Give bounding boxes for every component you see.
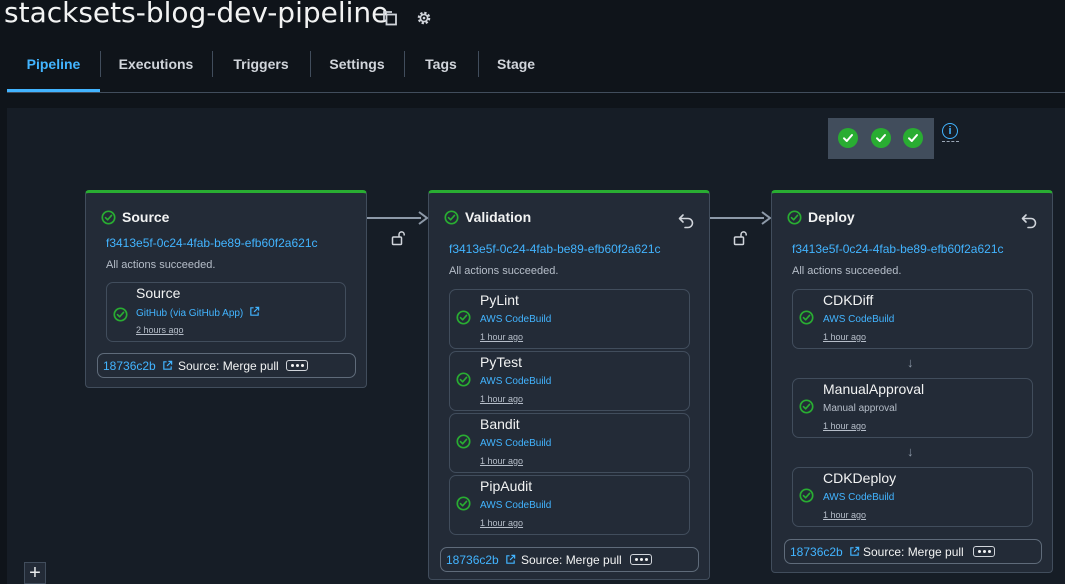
success-check-icon [871,128,891,148]
stage-footer: 18736c2b Source: Merge pull [784,539,1042,564]
action-time[interactable]: 2 hours ago [136,325,184,335]
stage-source: Source f3413e5f-0c24-4fab-be89-efb60f2a6… [85,190,367,388]
action-card[interactable]: Bandit AWS CodeBuild 1 hour ago [449,413,690,473]
action-card[interactable]: CDKDiff AWS CodeBuild 1 hour ago [792,289,1033,349]
action-card[interactable]: PyTest AWS CodeBuild 1 hour ago [449,351,690,411]
success-check-icon [799,488,814,503]
success-check-icon [799,399,814,414]
tab-tags[interactable]: Tags [404,45,478,89]
tab-bar: Pipeline Executions Triggers Settings Ta… [7,45,1065,93]
transition-arrow [710,217,764,219]
tab-executions[interactable]: Executions [100,45,212,89]
commit-message: Source: Merge pull [178,359,279,373]
commit-message: Source: Merge pull [521,553,622,567]
execution-id-link[interactable]: f3413e5f-0c24-4fab-be89-efb60f2a621c [106,236,318,250]
success-check-icon [456,434,471,449]
arrow-down-icon: ↓ [907,355,914,370]
action-card[interactable]: PyLint AWS CodeBuild 1 hour ago [449,289,690,349]
more-options-button[interactable] [630,554,652,565]
execution-id-link[interactable]: f3413e5f-0c24-4fab-be89-efb60f2a621c [449,242,661,256]
success-check-icon [787,210,802,225]
stage-title: Deploy [808,209,855,225]
execution-status-summary [828,118,934,159]
action-provider: AWS CodeBuild [823,492,895,503]
action-name[interactable]: Source [136,285,180,301]
commit-link[interactable]: 18736c2b [103,359,156,373]
unlock-icon[interactable] [391,230,405,246]
action-time[interactable]: 1 hour ago [480,456,523,466]
action-time[interactable]: 1 hour ago [823,421,866,431]
page-title: stacksets-blog-dev-pipeline [4,0,389,29]
action-provider: Manual approval [823,403,897,414]
gear-icon[interactable] [415,9,433,27]
retry-icon[interactable] [677,211,695,229]
action-time[interactable]: 1 hour ago [823,332,866,342]
action-provider: AWS CodeBuild [480,500,552,511]
stage-status-text: All actions succeeded. [106,259,216,271]
more-options-button[interactable] [286,360,308,371]
stage-footer: 18736c2b Source: Merge pull [97,353,356,378]
success-check-icon [903,128,923,148]
tab-pipeline[interactable]: Pipeline [7,45,100,92]
action-name[interactable]: ManualApproval [823,381,924,397]
success-check-icon [456,372,471,387]
success-check-icon [799,310,814,325]
action-name[interactable]: CDKDiff [823,292,873,308]
action-time[interactable]: 1 hour ago [480,518,523,528]
success-check-icon [113,307,128,322]
unlock-icon[interactable] [733,230,747,246]
external-link-icon[interactable] [249,306,260,317]
info-icon[interactable]: i [942,123,958,139]
success-check-icon [456,310,471,325]
stage-title: Validation [465,209,532,225]
more-options-button[interactable] [973,546,995,557]
success-check-icon [456,496,471,511]
action-card[interactable]: ManualApproval Manual approval 1 hour ag… [792,378,1033,438]
stage-status-text: All actions succeeded. [449,265,559,277]
copy-icon[interactable] [381,9,399,27]
commit-link[interactable]: 18736c2b [446,553,499,567]
external-link-icon[interactable] [162,360,173,371]
action-time[interactable]: 1 hour ago [823,510,866,520]
tab-triggers[interactable]: Triggers [212,45,310,89]
action-time[interactable]: 1 hour ago [480,332,523,342]
action-provider-link[interactable]: GitHub (via GitHub App) [136,308,243,319]
action-provider: AWS CodeBuild [480,376,552,387]
retry-icon[interactable] [1020,211,1038,229]
success-check-icon [444,210,459,225]
action-name[interactable]: Bandit [480,416,520,432]
action-card[interactable]: CDKDeploy AWS CodeBuild 1 hour ago [792,467,1033,527]
transition-arrow [367,217,421,219]
tab-stage[interactable]: Stage [478,45,554,89]
commit-link[interactable]: 18736c2b [790,545,843,559]
execution-id-link[interactable]: f3413e5f-0c24-4fab-be89-efb60f2a621c [792,242,1004,256]
success-check-icon [838,128,858,148]
action-card[interactable]: Source GitHub (via GitHub App) 2 hours a… [106,282,346,342]
action-provider: AWS CodeBuild [480,314,552,325]
action-name[interactable]: PipAudit [480,478,532,494]
action-time[interactable]: 1 hour ago [480,394,523,404]
tab-settings[interactable]: Settings [310,45,404,89]
stage-footer: 18736c2b Source: Merge pull [440,547,699,572]
stage-validation: Validation f3413e5f-0c24-4fab-be89-efb60… [428,190,710,580]
stage-title: Source [122,209,170,225]
action-name[interactable]: PyTest [480,354,522,370]
action-provider: AWS CodeBuild [823,314,895,325]
external-link-icon[interactable] [505,554,516,565]
external-link-icon[interactable] [849,546,860,557]
zoom-in-button[interactable]: + [24,562,46,584]
stage-status-text: All actions succeeded. [792,265,902,277]
arrow-down-icon: ↓ [907,444,914,459]
success-check-icon [101,210,116,225]
action-provider: AWS CodeBuild [480,438,552,449]
action-name[interactable]: PyLint [480,292,519,308]
commit-message: Source: Merge pull [863,545,964,559]
stage-deploy: Deploy f3413e5f-0c24-4fab-be89-efb60f2a6… [771,190,1053,573]
action-name[interactable]: CDKDeploy [823,470,896,486]
action-card[interactable]: PipAudit AWS CodeBuild 1 hour ago [449,475,690,535]
